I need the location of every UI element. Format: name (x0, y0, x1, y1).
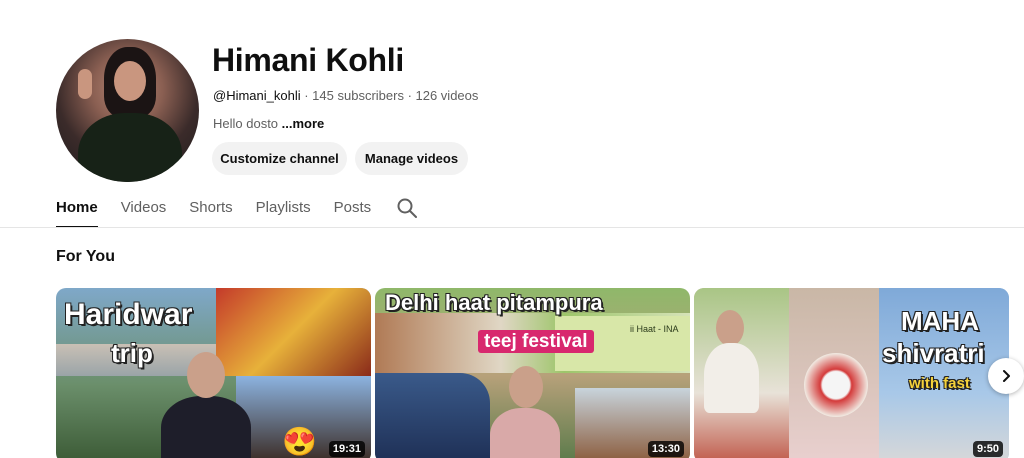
tab-shorts[interactable]: Shorts (189, 190, 232, 228)
thumbnail-title-line: Delhi haat pitampura (385, 290, 603, 315)
tab-posts[interactable]: Posts (334, 190, 372, 228)
thumbnail-title-line: Haridwar (64, 298, 193, 331)
video-thumbnail-3[interactable]: MAHA shivratri with fast 9:50 (694, 288, 1009, 458)
thumbnail-title-line: teej festival (478, 330, 594, 353)
thumbnail-title-line: shivratri (882, 338, 985, 368)
chevron-right-icon[interactable] (988, 358, 1024, 394)
more-link[interactable]: ...more (282, 116, 325, 131)
section-title: For You (56, 248, 115, 265)
description-text: Hello dosto (213, 116, 282, 131)
thumbnail-title-line: MAHA (901, 306, 979, 336)
video-duration: 13:30 (647, 441, 684, 457)
channel-description[interactable]: Hello dosto ...more (213, 116, 324, 131)
customize-channel-button[interactable]: Customize channel (212, 142, 347, 175)
banner-text: ii Haat - INA (630, 324, 679, 334)
tab-videos[interactable]: Videos (121, 190, 167, 228)
channel-tabs: Home Videos Shorts Playlists Posts (56, 190, 394, 228)
video-duration: 9:50 (972, 441, 1003, 457)
search-icon[interactable] (397, 198, 417, 218)
channel-meta: @Himani_kohli · 145 subscribers · 126 vi… (213, 88, 478, 103)
heart-eyes-emoji: 😍 (282, 426, 317, 457)
video-thumbnail-1[interactable]: Haridwar trip 😍 19:31 (56, 288, 371, 458)
video-duration: 19:31 (328, 441, 365, 457)
thumbnail-title-line: with fast (909, 375, 970, 392)
channel-handle: @Himani_kohli (213, 88, 301, 103)
channel-name: Himani Kohli (212, 42, 404, 78)
video-count: · 126 videos (403, 88, 479, 103)
tabs-divider (0, 227, 1024, 228)
manage-videos-button[interactable]: Manage videos (355, 142, 468, 175)
thumbnail-title-line: trip (111, 338, 153, 368)
tab-home[interactable]: Home (56, 190, 98, 228)
subscriber-count: · 145 subscribers (300, 88, 404, 103)
tab-playlists[interactable]: Playlists (256, 190, 311, 228)
video-thumbnail-2[interactable]: ii Haat - INA Delhi haat pitampura teej … (375, 288, 690, 458)
channel-avatar[interactable] (56, 39, 199, 182)
